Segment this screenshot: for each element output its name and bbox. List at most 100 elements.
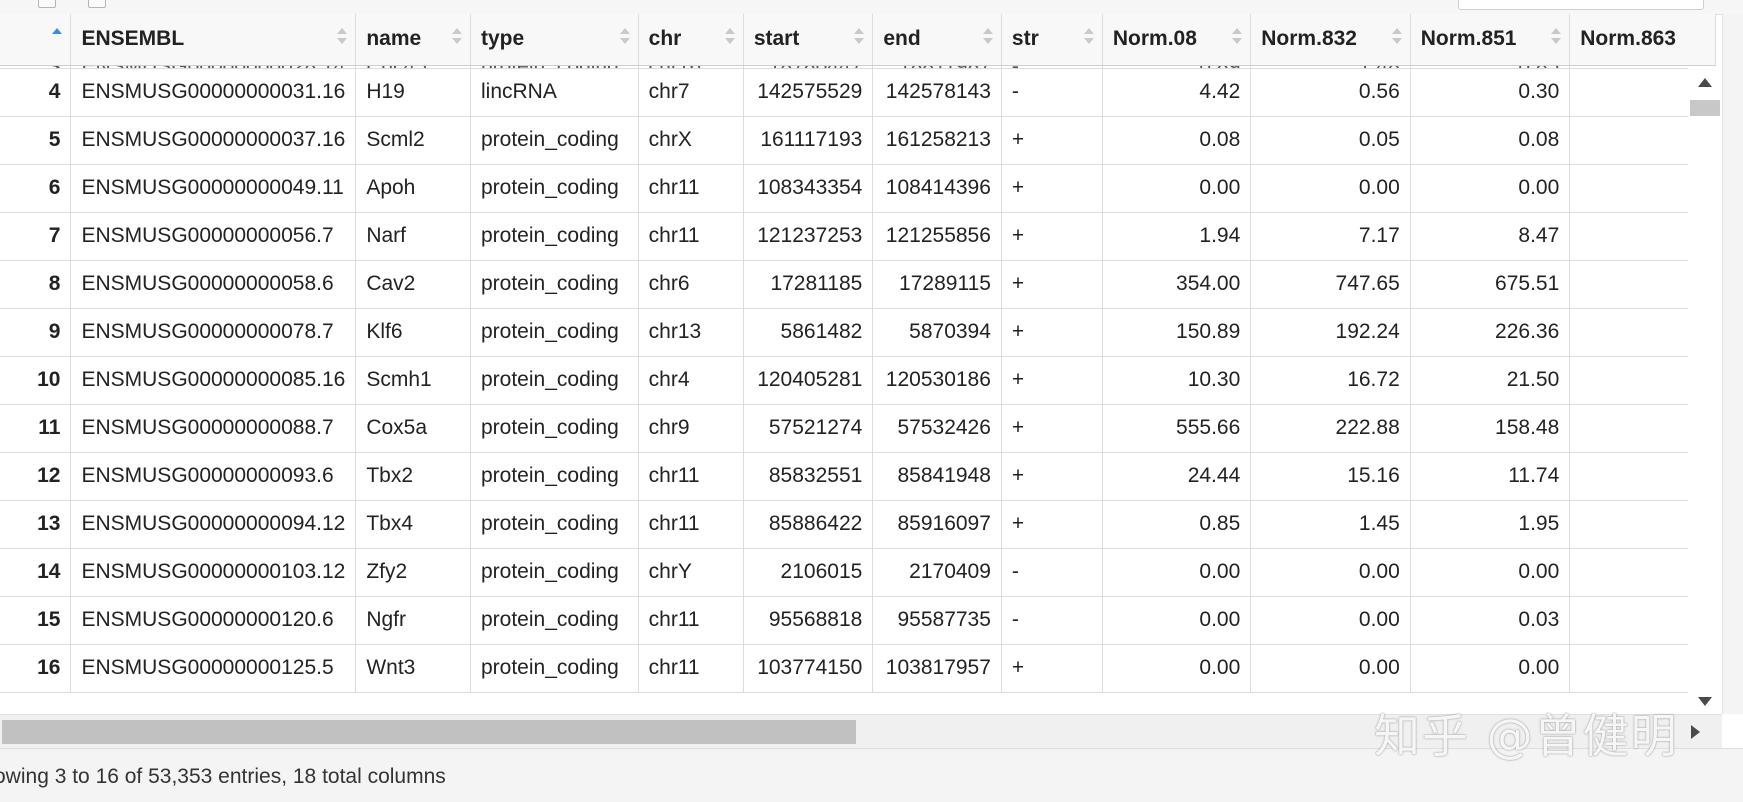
sort-arrows-icon[interactable] — [1083, 26, 1094, 48]
sort-ascending-icon — [52, 28, 63, 34]
sort-arrows-icon[interactable] — [854, 26, 865, 48]
column-header-norm08[interactable]: Norm.08 — [1102, 14, 1252, 66]
column-header-idx[interactable] — [0, 14, 72, 66]
cell-idx: 5 — [0, 116, 72, 165]
cell-norm08: 0.85 — [1102, 500, 1252, 549]
scroll-up-arrow-icon[interactable] — [1698, 78, 1712, 87]
column-header-label: name — [366, 27, 422, 51]
cell-end: 120530186 — [872, 356, 1002, 405]
sort-arrows-icon[interactable] — [982, 26, 993, 48]
sort-arrows-icon[interactable] — [619, 26, 630, 48]
back-icon[interactable] — [38, 0, 56, 8]
table-row[interactable]: 11 ENSMUSG00000000088.7 Cox5a protein_codin… — [0, 404, 1716, 453]
cell-name: Cav2 — [355, 260, 471, 309]
column-header-norm863[interactable]: Norm.863 — [1569, 14, 1716, 66]
cell-ensembl: ENSMUSG00000000037.16 — [70, 116, 357, 165]
cell-chr: chr11 — [638, 500, 744, 549]
cell-str: - — [1001, 596, 1103, 645]
column-header-label: Norm.851 — [1420, 27, 1517, 51]
cell-chr: chr6 — [638, 260, 744, 309]
sort-arrows-icon[interactable] — [337, 26, 348, 48]
cell-ensembl: ENSMUSG00000000058.6 — [70, 260, 357, 309]
cell-norm851: 0.03 — [1410, 596, 1571, 645]
sort-ascending-icon — [1391, 28, 1402, 34]
cell-ensembl: ENSMUSG00000000103.12 — [70, 548, 357, 597]
cell-end: 161258213 — [872, 116, 1002, 165]
sort-ascending-icon — [1232, 28, 1243, 34]
cell-type: lincRNA — [470, 68, 639, 117]
sort-arrows-icon[interactable] — [52, 26, 63, 48]
column-header-end[interactable]: end — [872, 14, 1002, 66]
cell-str: - — [1001, 548, 1103, 597]
cell-str: + — [1001, 644, 1103, 693]
sort-descending-icon — [1083, 38, 1094, 44]
table-row[interactable]: 10 ENSMUSG00000000085.16 Scmh1 protein_codi… — [0, 356, 1716, 405]
cell-idx: 16 — [0, 644, 72, 693]
cell-ensembl: ENSMUSG00000000088.7 — [70, 404, 357, 453]
cell-start: 17281185 — [743, 260, 874, 309]
cell-norm08: 0.00 — [1102, 596, 1252, 645]
cell-str: - — [1001, 68, 1103, 117]
cell-type: protein_coding — [470, 164, 639, 213]
column-header-name[interactable]: name — [355, 14, 471, 66]
cell-type: protein_coding — [470, 308, 639, 357]
sort-arrows-icon[interactable] — [1551, 26, 1562, 48]
cell-chr: chrY — [638, 548, 744, 597]
cell-ensembl: ENSMUSG00000000094.12 — [70, 500, 357, 549]
cell-chr: chr11 — [638, 596, 744, 645]
column-header-type[interactable]: type — [470, 14, 639, 66]
table-row[interactable]: 12 ENSMUSG00000000093.6 Tbx2 protein_coding… — [0, 452, 1716, 501]
cell-str: + — [1001, 404, 1103, 453]
cell-norm08: 0.00 — [1102, 644, 1252, 693]
sort-arrows-icon[interactable] — [1391, 26, 1402, 48]
table-row[interactable]: 13 ENSMUSG00000000094.12 Tbx4 protein_codin… — [0, 500, 1716, 549]
table-row[interactable]: 8 ENSMUSG00000000058.6 Cav2 protein_coding c… — [0, 260, 1716, 309]
table-row[interactable]: 9 ENSMUSG00000000078.7 Klf6 protein_coding c… — [0, 308, 1716, 357]
vertical-scroll-thumb[interactable] — [1690, 100, 1720, 116]
sort-ascending-icon — [982, 28, 993, 34]
cell-str: + — [1001, 356, 1103, 405]
column-header-norm832[interactable]: Norm.832 — [1250, 14, 1411, 66]
sort-arrows-icon[interactable] — [724, 26, 735, 48]
table-row[interactable]: 4 ENSMUSG00000000031.16 H19 lincRNA chr7 1425… — [0, 68, 1716, 117]
cell-end: 142578143 — [872, 68, 1002, 117]
right-pane-edge — [1722, 14, 1743, 714]
table-row[interactable]: 14 ENSMUSG00000000103.12 Zfy2 protein_codin… — [0, 548, 1716, 597]
scroll-down-arrow-icon[interactable] — [1698, 697, 1712, 706]
column-header-norm851[interactable]: Norm.851 — [1410, 14, 1571, 66]
cell-norm851: 675.51 — [1410, 260, 1571, 309]
sort-arrows-icon[interactable] — [452, 26, 462, 48]
table-row[interactable]: 16 ENSMUSG00000000125.5 Wnt3 protein_coding… — [0, 644, 1716, 693]
cell-name: Tbx4 — [355, 500, 471, 549]
table-row[interactable]: 7 ENSMUSG00000000056.7 Narf protein_coding c… — [0, 212, 1716, 261]
filter-icon[interactable] — [88, 0, 106, 8]
vertical-scrollbar[interactable] — [1688, 66, 1722, 714]
column-header-chr[interactable]: chr — [638, 14, 744, 66]
search-input[interactable] — [1458, 0, 1704, 10]
horizontal-scroll-thumb[interactable] — [2, 720, 856, 744]
column-header-ensembl[interactable]: ENSEMBL — [70, 14, 357, 66]
cell-type: protein_coding — [470, 356, 639, 405]
table-row[interactable]: 5 ENSMUSG00000000037.16 Scml2 protein_codin… — [0, 116, 1716, 165]
cell-chr: chr11 — [638, 644, 744, 693]
cell-name: Wnt3 — [355, 644, 471, 693]
cell-norm851: 0.00 — [1410, 644, 1571, 693]
table-row[interactable]: 15 ENSMUSG00000000120.6 Ngfr protein_coding… — [0, 596, 1716, 645]
table-row[interactable]: 6 ENSMUSG00000000049.11 Apoh protein_coding… — [0, 164, 1716, 213]
cell-norm851: 0.08 — [1410, 116, 1571, 165]
cell-idx: 12 — [0, 452, 72, 501]
cell-str: + — [1001, 308, 1103, 357]
sort-arrows-icon[interactable] — [1232, 26, 1243, 48]
scroll-right-arrow-icon[interactable] — [1691, 725, 1700, 739]
cell-type: protein_coding — [470, 116, 639, 165]
cell-start: 108343354 — [743, 164, 874, 213]
cell-str: + — [1001, 116, 1103, 165]
cell-norm08: 555.66 — [1102, 404, 1252, 453]
table-body: 3ENSMUSG00000000028.14Cdc45protein_codin… — [0, 65, 1716, 693]
sort-descending-icon — [452, 38, 462, 44]
cell-name: Scmh1 — [355, 356, 471, 405]
cell-ensembl: ENSMUSG00000000031.16 — [70, 68, 357, 117]
column-header-label: start — [753, 27, 800, 51]
column-header-start[interactable]: start — [743, 14, 874, 66]
column-header-str[interactable]: str — [1001, 14, 1103, 66]
